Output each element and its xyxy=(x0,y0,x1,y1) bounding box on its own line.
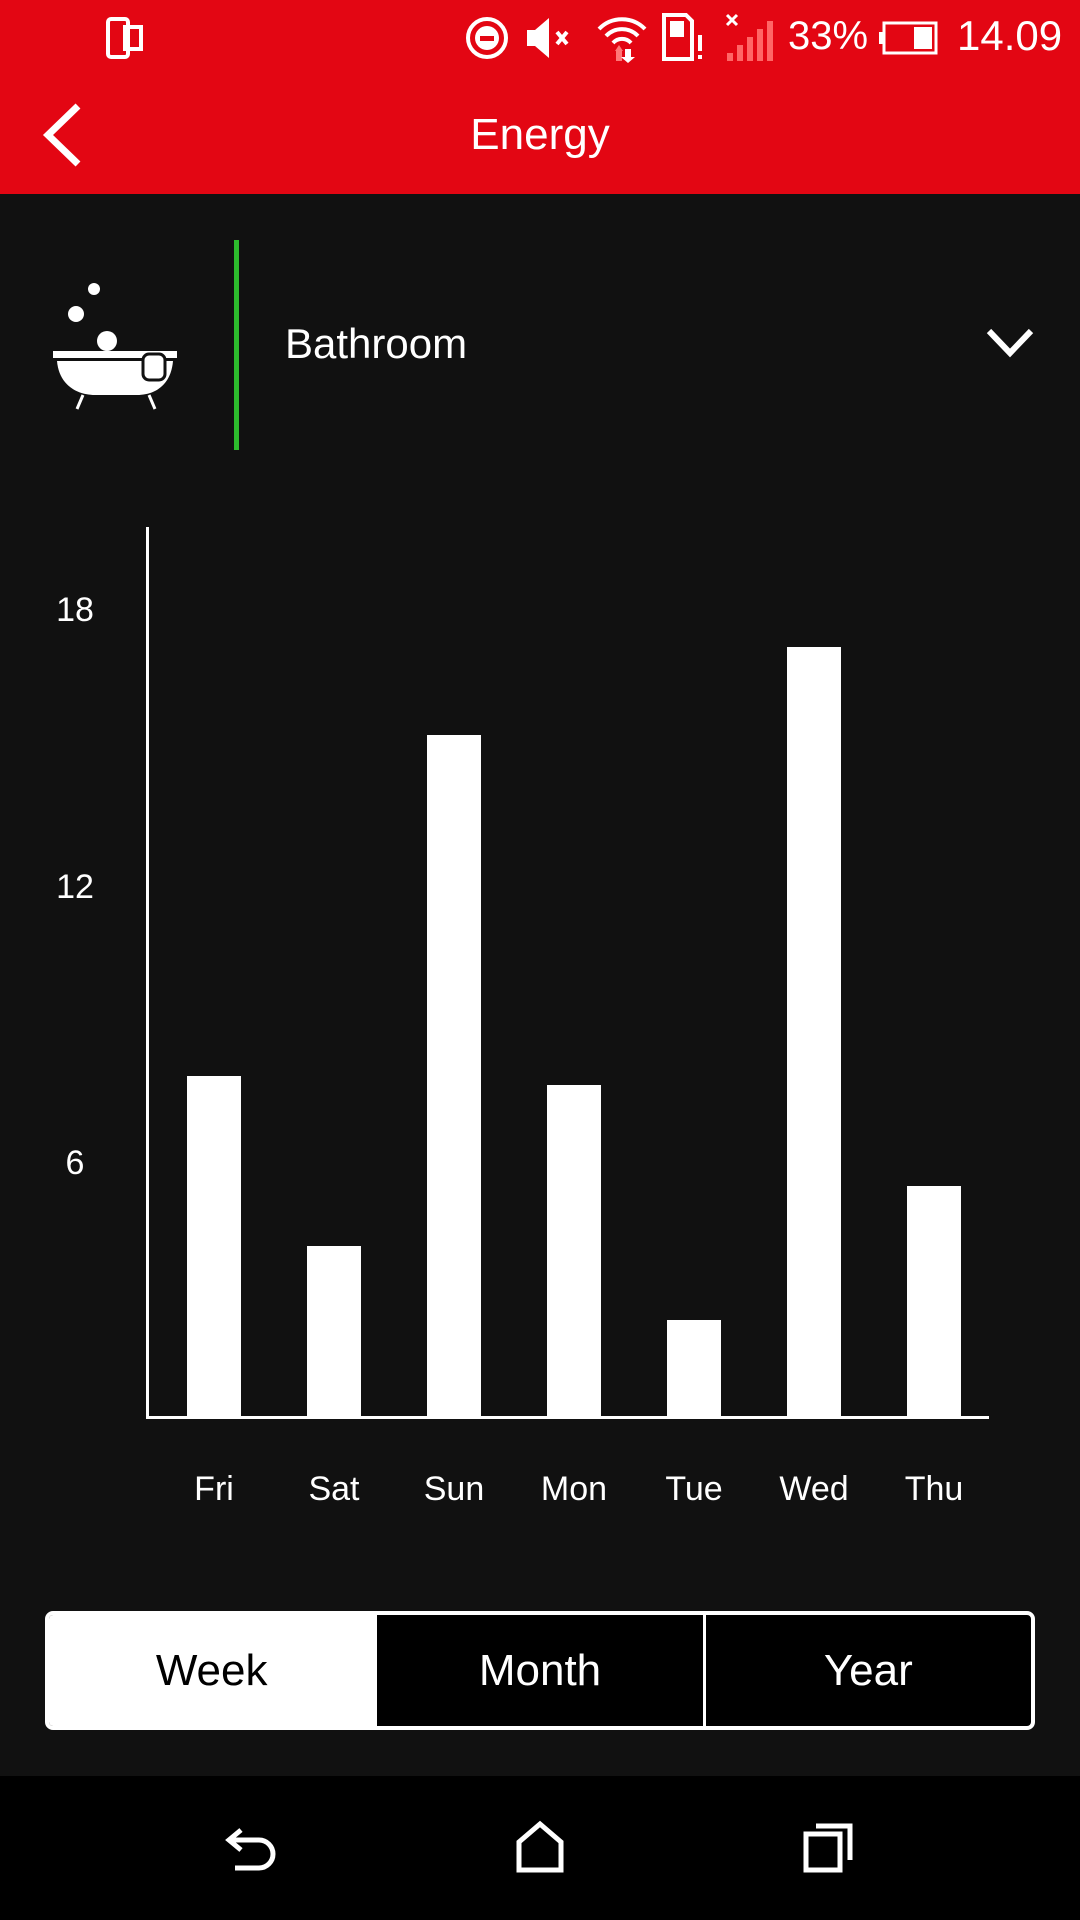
y-tick-label: 12 xyxy=(56,867,94,906)
x-tick-label: Mon xyxy=(540,1470,608,1508)
battery-icon xyxy=(878,18,938,58)
x-tick-label: Tue xyxy=(665,1470,723,1508)
x-tick-label: Wed xyxy=(779,1470,849,1508)
room-accent-bar xyxy=(234,240,239,450)
y-tick-label: 6 xyxy=(65,1144,85,1183)
tab-week[interactable]: Week xyxy=(49,1615,375,1726)
signal-icon xyxy=(725,13,775,61)
room-name[interactable]: Bathroom xyxy=(285,320,467,368)
x-tick-label: Thu xyxy=(904,1470,964,1508)
bar-sun xyxy=(427,734,481,1417)
bar-fri xyxy=(187,1075,241,1417)
bar-thu xyxy=(907,1186,961,1417)
app-header: 33% 14.09 Energy xyxy=(0,0,1080,194)
home-icon[interactable] xyxy=(515,1820,565,1879)
clock: 14.09 xyxy=(957,12,1063,59)
tab-month[interactable]: Month xyxy=(374,1615,702,1726)
bar-tue xyxy=(667,1320,721,1417)
y-axis xyxy=(146,527,149,1419)
screen-mirror-icon xyxy=(105,17,145,59)
x-tick-label: Sun xyxy=(423,1470,485,1508)
bar-wed xyxy=(787,646,841,1417)
page-title: Energy xyxy=(470,110,610,159)
x-tick-label: Fri xyxy=(194,1470,234,1508)
back-icon[interactable] xyxy=(225,1824,281,1879)
system-nav-bar xyxy=(0,1776,1080,1920)
mute-icon xyxy=(525,18,577,58)
bar-sat xyxy=(307,1246,361,1417)
tab-year[interactable]: Year xyxy=(702,1615,1031,1726)
chevron-down-icon xyxy=(986,328,1034,358)
wifi-icon xyxy=(595,17,649,63)
y-tick-label: 18 xyxy=(56,590,94,629)
period-tabs: Week Month Year xyxy=(45,1611,1035,1730)
room-dropdown-button[interactable] xyxy=(985,325,1035,366)
x-tick-label: Sat xyxy=(308,1470,360,1508)
bar-mon xyxy=(547,1084,601,1417)
battery-level: 33% xyxy=(788,13,869,58)
recents-icon[interactable] xyxy=(802,1820,856,1879)
sim-alert-icon xyxy=(662,13,706,61)
do-not-disturb-icon xyxy=(465,17,509,59)
bathtub-icon xyxy=(53,280,179,415)
